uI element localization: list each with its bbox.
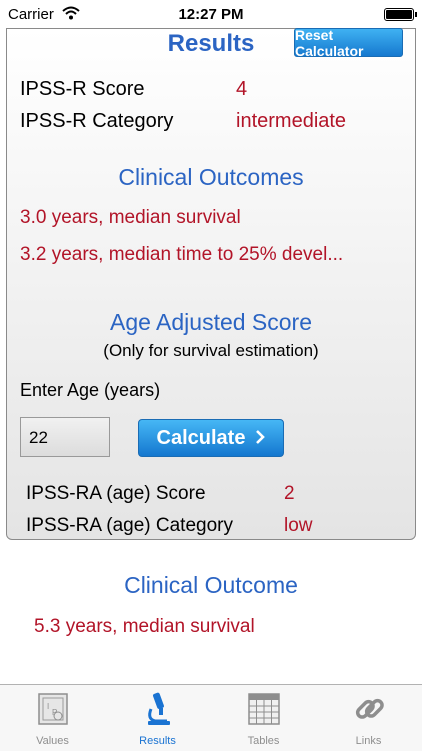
tab-bar: I P Values Results Tables Links — [0, 684, 422, 751]
results-panel — [6, 28, 416, 540]
ipss-ra-category-label: IPSS-RA (age) Category — [26, 515, 233, 536]
calculate-button[interactable]: Calculate — [138, 419, 284, 457]
age-adjusted-heading: Age Adjusted Score — [109, 309, 313, 335]
ipss-r-category-label: IPSS-R Category — [20, 110, 174, 132]
survival-estimation-note: (Only for survival estimation) — [103, 341, 319, 360]
tab-values[interactable]: I P Values — [0, 685, 105, 751]
ipss-ra-score-label: IPSS-RA (age) Score — [26, 483, 206, 504]
median-survival-text: 3.0 years, median survival — [20, 207, 241, 228]
median-time-text: 3.2 years, median time to 25% devel... — [20, 244, 344, 265]
tab-tables-label: Tables — [247, 735, 280, 747]
values-icon: I P — [36, 691, 70, 727]
ipss-ra-score-value: 2 — [284, 483, 295, 504]
battery-icon — [384, 8, 417, 21]
status-time: 12:27 PM — [178, 6, 244, 23]
status-bar: Carrier 12:27 PM — [0, 0, 422, 28]
calculate-label: Calculate — [156, 426, 246, 449]
ipss-r-category-value: intermediate — [236, 110, 347, 132]
tab-results-label: Results — [139, 735, 176, 747]
microscope-icon — [141, 691, 175, 727]
svg-text:I: I — [47, 702, 49, 711]
clinical-outcomes-heading: Clinical Outcomes — [118, 164, 304, 190]
tab-links[interactable]: Links — [316, 685, 421, 751]
age-input[interactable]: 22 — [20, 417, 110, 457]
ipss-r-score-value: 4 — [236, 78, 248, 100]
ipss-ra-category-value: low — [284, 515, 313, 536]
chevron-right-icon — [255, 427, 266, 450]
tab-tables[interactable]: Tables — [211, 685, 316, 751]
table-grid-icon — [247, 691, 281, 727]
tab-values-label: Values — [36, 735, 69, 747]
reset-calculator-button[interactable]: Reset Calculator — [294, 27, 403, 59]
enter-age-label: Enter Age (years) — [20, 380, 161, 400]
clinical-outcome-heading: Clinical Outcome — [124, 572, 298, 598]
tab-links-label: Links — [355, 735, 382, 747]
tab-results[interactable]: Results — [105, 685, 210, 751]
chain-link-icon — [352, 691, 386, 727]
ipss-r-score-label: IPSS-R Score — [20, 78, 145, 100]
age-median-survival-text: 5.3 years, median survival — [34, 616, 255, 637]
